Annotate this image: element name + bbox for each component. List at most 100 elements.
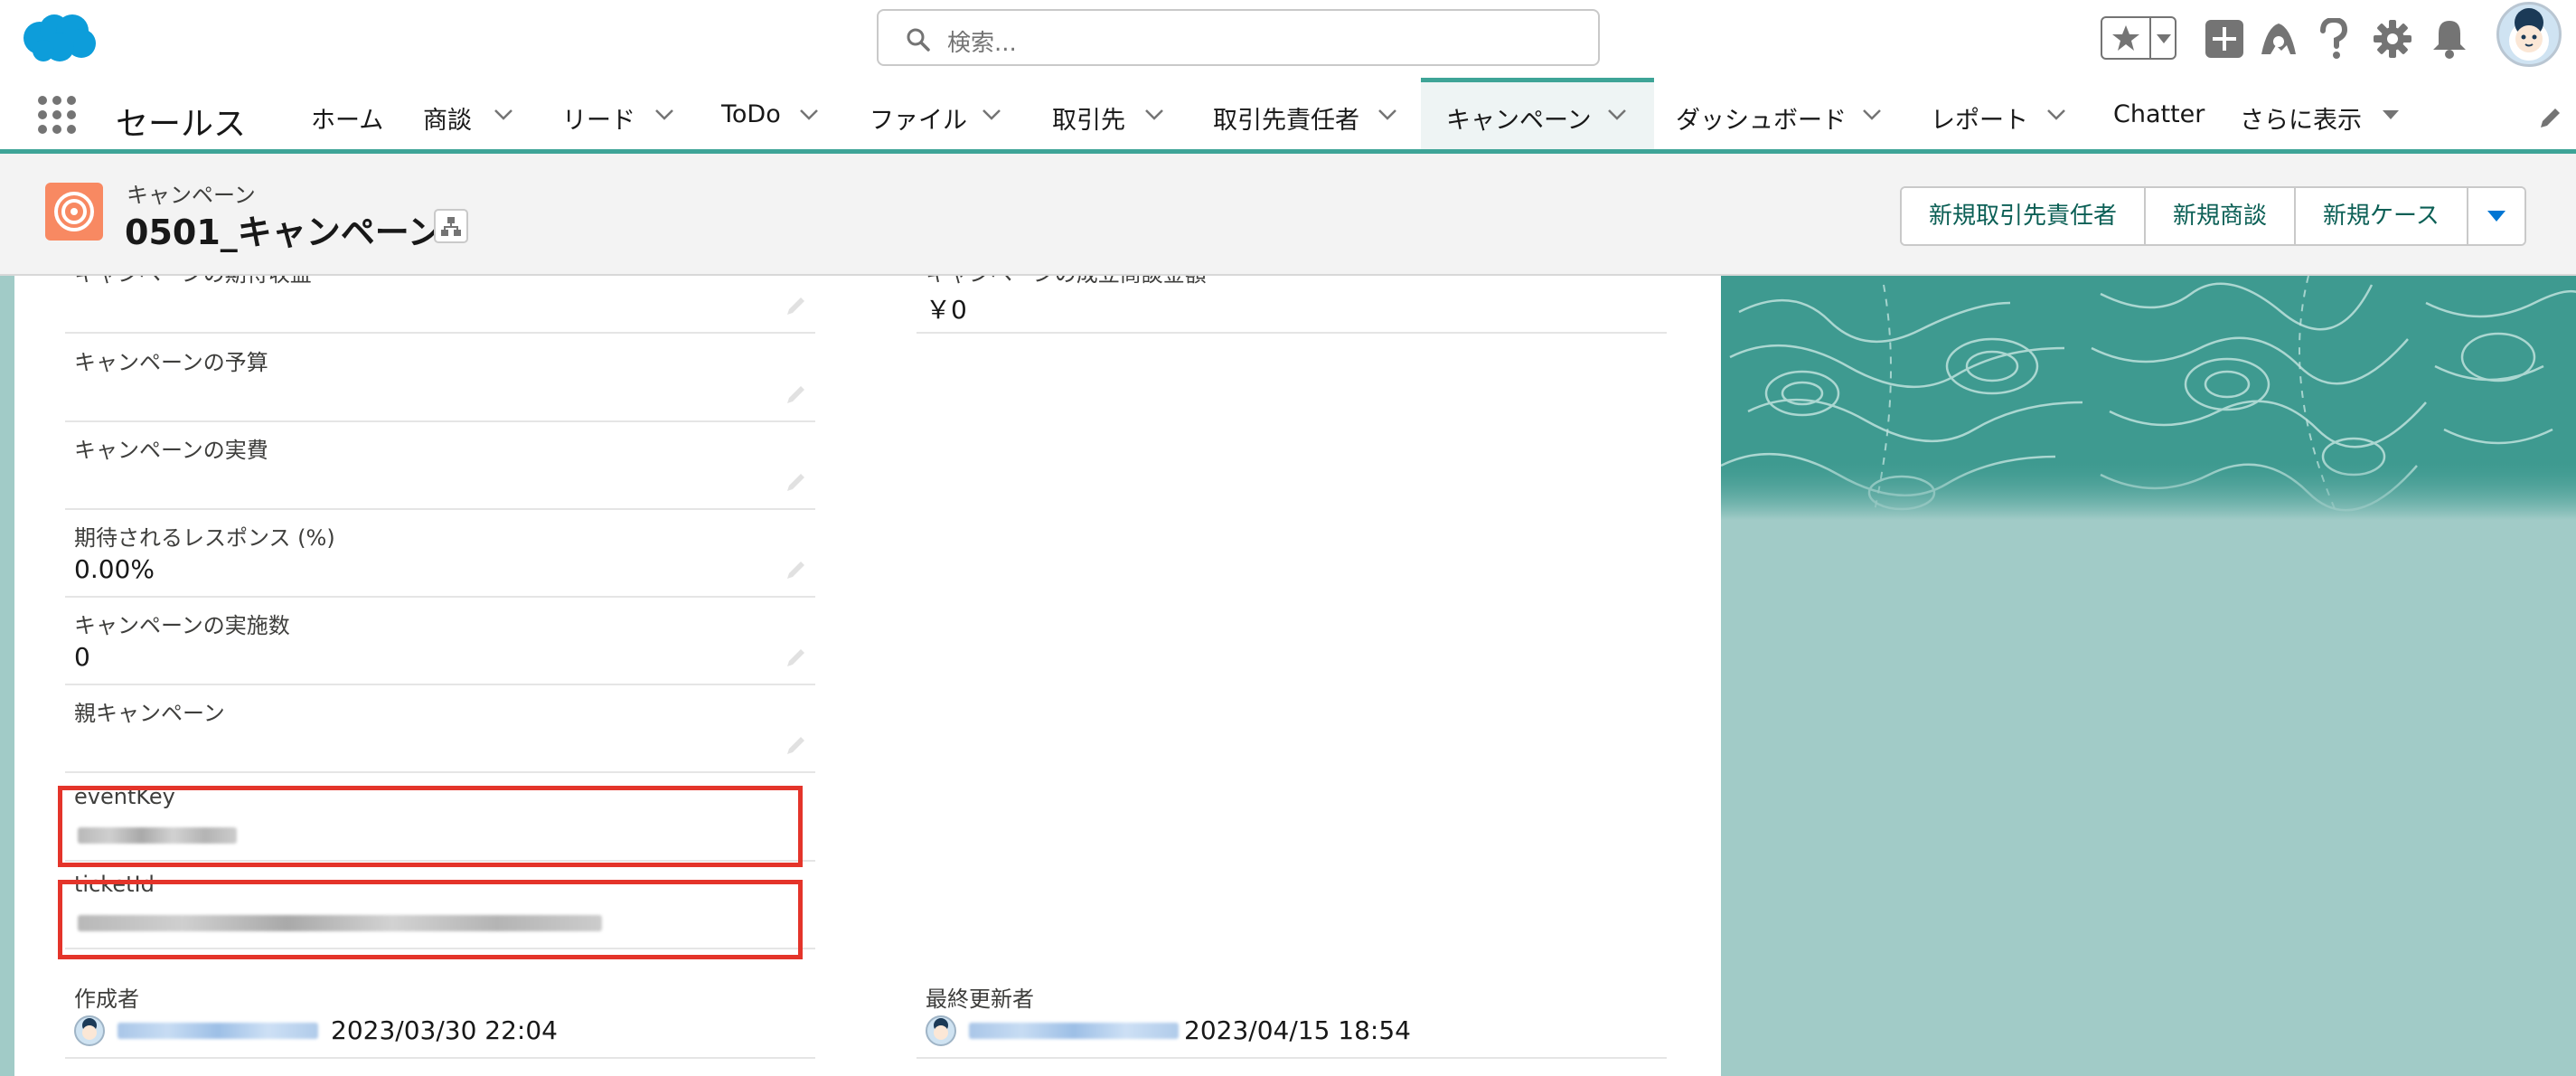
field-expected-response: 期待されるレスポンス (%) 0.00% bbox=[65, 511, 815, 598]
new-case-button[interactable]: 新規ケース bbox=[2296, 188, 2468, 244]
redacted-user-link[interactable] bbox=[118, 1023, 318, 1039]
pencil-icon[interactable] bbox=[785, 733, 808, 757]
tab-label: ホーム bbox=[311, 107, 384, 135]
user-avatar[interactable] bbox=[74, 1015, 105, 1046]
tab-label: 取引先責任者 bbox=[1213, 107, 1359, 135]
chevron-down-icon[interactable] bbox=[1862, 109, 1882, 121]
chevron-down-icon[interactable] bbox=[982, 109, 1001, 121]
chevron-down-icon[interactable] bbox=[494, 109, 513, 121]
pencil-icon[interactable] bbox=[785, 294, 808, 317]
record-header: キャンペーン 0501_キャンペーン 新規取引先責任者 新規商談 新規ケース bbox=[0, 154, 2576, 276]
pencil-icon[interactable] bbox=[785, 382, 808, 406]
tab-home[interactable]: ホーム bbox=[298, 78, 407, 149]
tab-chatter[interactable]: Chatter bbox=[2099, 78, 2207, 149]
star-icon[interactable] bbox=[2111, 24, 2140, 52]
field-budget: キャンペーンの予算 bbox=[65, 335, 815, 422]
tab-label: ファイル bbox=[870, 107, 967, 135]
field-created-by: 作成者 2023/03/30 22:04 bbox=[65, 972, 815, 1059]
bell-icon[interactable] bbox=[2431, 19, 2468, 59]
field-num-sent: キャンペーンの実施数 0 bbox=[65, 599, 815, 685]
field-label: キャンペーンの実費 bbox=[74, 438, 268, 463]
chevron-down-icon[interactable] bbox=[799, 109, 819, 121]
more-actions-button[interactable] bbox=[2468, 188, 2524, 244]
app-name: セールス bbox=[116, 106, 247, 143]
record-detail-card: キャンペーンの期待収益 キャンペーンの予算 キャンペーンの実費 期待されるレスポ… bbox=[14, 276, 1721, 1076]
modified-date: 2023/04/15 18:54 bbox=[1184, 1015, 1411, 1045]
field-label: キャンペーンの期待収益 bbox=[74, 276, 312, 288]
tab-label: さらに表示 bbox=[2240, 107, 2362, 135]
tab-todo[interactable]: ToDo bbox=[707, 78, 833, 149]
field-last-modified-by: 最終更新者 2023/04/15 18:54 bbox=[917, 972, 1667, 1059]
help-icon[interactable] bbox=[2317, 18, 2350, 60]
pencil-icon[interactable] bbox=[2538, 105, 2563, 130]
app-launcher-icon[interactable] bbox=[36, 94, 78, 136]
field-actual-cost: キャンペーンの実費 bbox=[65, 423, 815, 510]
tab-accounts[interactable]: 取引先 bbox=[1039, 78, 1175, 149]
new-opportunity-button[interactable]: 新規商談 bbox=[2146, 188, 2297, 244]
tab-label: レポート bbox=[1931, 107, 2028, 135]
tab-contacts[interactable]: 取引先責任者 bbox=[1200, 78, 1414, 149]
salesforce-cloud-logo[interactable] bbox=[20, 11, 98, 63]
field-label: キャンペーンの予算 bbox=[74, 350, 268, 375]
search-icon bbox=[907, 28, 930, 52]
tab-label: 取引先 bbox=[1052, 107, 1125, 135]
pencil-icon[interactable] bbox=[785, 646, 808, 669]
chevron-down-icon[interactable] bbox=[2155, 33, 2173, 45]
tab-campaigns[interactable]: キャンペーン bbox=[1421, 78, 1654, 149]
field-label: 最終更新者 bbox=[926, 986, 1034, 1012]
record-title: 0501_キャンペーン bbox=[125, 212, 442, 252]
campaign-target-icon bbox=[45, 183, 103, 241]
tab-files[interactable]: ファイル bbox=[851, 78, 1014, 149]
tab-label: ダッシュボード bbox=[1676, 107, 1847, 135]
background-decoration bbox=[1721, 276, 2576, 520]
field-label: 期待されるレスポンス (%) bbox=[74, 525, 335, 551]
tab-reports[interactable]: レポート bbox=[1918, 78, 2081, 149]
chevron-down-icon[interactable] bbox=[1607, 109, 1627, 121]
field-expected-revenue: キャンペーンの期待収益 bbox=[65, 276, 815, 334]
field-label: キャンペーンの実施数 bbox=[74, 613, 290, 638]
field-value: ￥0 bbox=[926, 295, 967, 325]
new-contact-button[interactable]: 新規取引先責任者 bbox=[1902, 188, 2147, 244]
chevron-down-icon[interactable] bbox=[654, 109, 674, 121]
tab-label: ToDo bbox=[721, 100, 781, 128]
tab-label: 商談 bbox=[423, 107, 472, 135]
chevron-down-icon[interactable] bbox=[1144, 109, 1164, 121]
highlight-box-event-key bbox=[58, 786, 803, 867]
field-won-amount: キャンペーンの成立商談金額 ￥0 bbox=[917, 276, 1667, 334]
tab-leads[interactable]: リード bbox=[548, 78, 683, 149]
tab-more[interactable]: さらに表示 bbox=[2227, 78, 2408, 149]
field-label: キャンペーンの成立商談金額 bbox=[926, 276, 1207, 288]
chevron-down-icon[interactable] bbox=[1377, 109, 1397, 121]
search-placeholder: 検索... bbox=[947, 30, 1017, 57]
pencil-icon[interactable] bbox=[785, 470, 808, 494]
app-navigation-bar: セールス ホーム 商談 リード ToDo ファイル 取引先 取引先責任者 キャン… bbox=[0, 78, 2576, 154]
chevron-down-icon[interactable] bbox=[2046, 109, 2066, 121]
chevron-down-icon bbox=[2487, 211, 2505, 222]
hierarchy-icon bbox=[441, 217, 461, 236]
tab-label: リード bbox=[562, 107, 635, 135]
record-actions: 新規取引先責任者 新規商談 新規ケース bbox=[1900, 186, 2526, 246]
field-parent-campaign: 親キャンペーン bbox=[65, 686, 815, 773]
pencil-icon[interactable] bbox=[785, 558, 808, 581]
created-date: 2023/03/30 22:04 bbox=[331, 1015, 558, 1045]
favorites-button-group[interactable] bbox=[2101, 16, 2176, 60]
field-label: 作成者 bbox=[74, 986, 139, 1012]
chevron-down-icon[interactable] bbox=[2381, 109, 2401, 121]
plus-icon[interactable] bbox=[2205, 20, 2243, 58]
field-label: 親キャンペーン bbox=[74, 701, 225, 726]
tab-opportunities[interactable]: 商談 bbox=[412, 78, 530, 149]
avatar[interactable] bbox=[2496, 2, 2562, 67]
tab-dashboards[interactable]: ダッシュボード bbox=[1663, 78, 1898, 149]
global-search[interactable]: 検索... bbox=[877, 9, 1600, 66]
tab-label: キャンペーン bbox=[1446, 107, 1592, 135]
user-avatar[interactable] bbox=[926, 1015, 956, 1046]
gear-icon[interactable] bbox=[2374, 20, 2411, 58]
trailhead-icon[interactable] bbox=[2258, 18, 2299, 60]
redacted-user-link[interactable] bbox=[969, 1023, 1179, 1039]
field-value: 0.00% bbox=[74, 554, 155, 584]
hierarchy-button[interactable] bbox=[434, 209, 468, 243]
tab-label: Chatter bbox=[2113, 100, 2205, 128]
highlight-box-ticket-id bbox=[58, 880, 803, 959]
field-value: 0 bbox=[74, 642, 90, 672]
global-header: 検索... bbox=[0, 0, 2576, 78]
